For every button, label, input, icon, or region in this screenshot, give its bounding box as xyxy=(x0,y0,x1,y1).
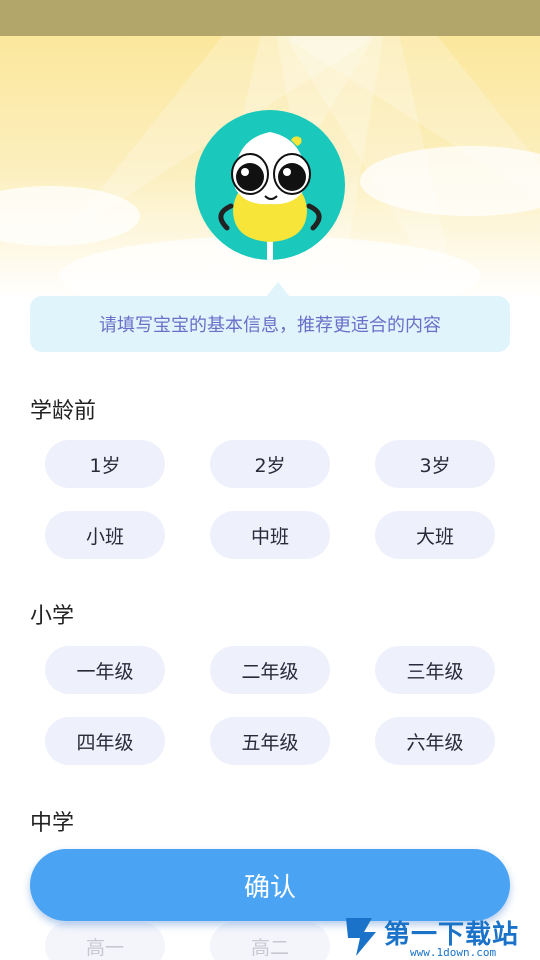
option-senior-1[interactable]: 高一 xyxy=(45,922,165,960)
option-senior-2[interactable]: 高二 xyxy=(210,922,330,960)
watermark: 第一下载站 www.1down.com xyxy=(340,912,540,960)
tip-arrow xyxy=(266,282,290,297)
option-middle-class[interactable]: 中班 xyxy=(210,511,330,559)
option-small-class[interactable]: 小班 xyxy=(45,511,165,559)
option-grade-6[interactable]: 六年级 xyxy=(375,717,495,765)
option-big-class[interactable]: 大班 xyxy=(375,511,495,559)
option-grade-5[interactable]: 五年级 xyxy=(210,717,330,765)
option-grade-4[interactable]: 四年级 xyxy=(45,717,165,765)
status-bar xyxy=(0,0,540,36)
option-grade-2[interactable]: 二年级 xyxy=(210,646,330,694)
watermark-logo-icon xyxy=(346,918,376,956)
watermark-url: www.1down.com xyxy=(410,946,497,959)
section-title-preschool: 学龄前 xyxy=(30,399,97,424)
info-tip-text: 请填写宝宝的基本信息，推荐更适合的内容 xyxy=(99,315,441,336)
option-age-1[interactable]: 1岁 xyxy=(45,440,165,488)
option-grade-1[interactable]: 一年级 xyxy=(45,646,165,694)
mascot-icon xyxy=(218,132,322,260)
option-age-3[interactable]: 3岁 xyxy=(375,440,495,488)
section-title-middle: 中学 xyxy=(30,811,75,836)
option-grade-3[interactable]: 三年级 xyxy=(375,646,495,694)
section-title-primary: 小学 xyxy=(30,604,75,629)
info-tip: 请填写宝宝的基本信息，推荐更适合的内容 xyxy=(30,296,510,352)
confirm-button[interactable]: 确认 xyxy=(30,849,510,921)
option-age-2[interactable]: 2岁 xyxy=(210,440,330,488)
mascot-avatar xyxy=(195,110,345,260)
confirm-button-label: 确认 xyxy=(243,872,296,903)
